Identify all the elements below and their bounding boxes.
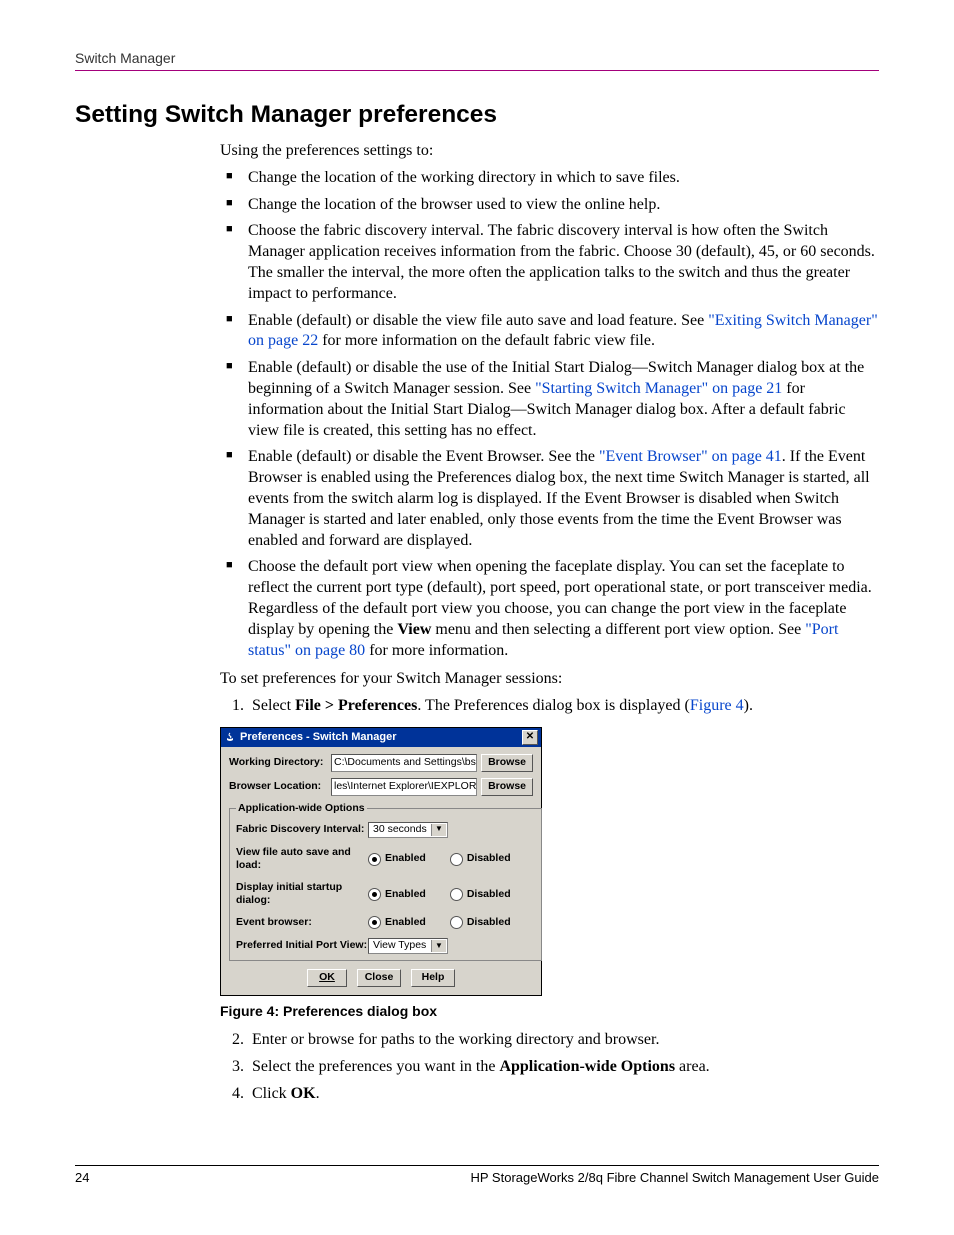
procedure-list-cont: Enter or browse for paths to the working… [220,1030,879,1104]
preferred-port-view-label: Preferred Initial Port View: [236,939,368,953]
procedure-list: Select File > Preferences. The Preferenc… [220,696,879,717]
java-icon [224,731,236,743]
app-wide-options-bold: Application-wide Options [499,1058,675,1075]
text: . [316,1085,320,1102]
page-footer: 24 HP StorageWorks 2/8q Fibre Channel Sw… [75,1165,879,1185]
running-header: Switch Manager [75,50,879,66]
list-item: Enable (default) or disable the Event Br… [220,447,879,551]
eb-enabled-radio[interactable]: Enabled [368,916,426,930]
browser-location-input[interactable]: les\Internet Explorer\IEXPLORE.EXE [331,778,477,796]
text: Select [252,697,295,714]
section-title: Setting Switch Manager preferences [75,101,879,129]
browse-wd-button[interactable]: Browse [481,754,533,772]
close-button[interactable]: ✕ [522,730,538,745]
radio-icon [368,853,381,866]
text: Click [252,1085,291,1102]
page-number: 24 [75,1170,89,1185]
list-item: Enable (default) or disable the use of t… [220,358,879,441]
dialog-title: Preferences - Switch Manager [240,730,397,744]
working-directory-input[interactable]: C:\Documents and Settings\bsmith [331,754,477,772]
radio-text: Enabled [385,852,426,866]
radio-text: Disabled [467,888,511,902]
header-rule [75,70,879,71]
list-item: Change the location of the working direc… [220,168,879,189]
bullet-list: Change the location of the working direc… [220,168,879,662]
fabric-discovery-label: Fabric Discovery Interval: [236,823,368,837]
radio-icon [450,853,463,866]
close-button-dlg[interactable]: Close [357,969,401,987]
procedure-intro: To set preferences for your Switch Manag… [220,669,879,690]
text: menu and then selecting a different port… [431,621,805,638]
radio-text: Enabled [385,916,426,930]
ok-bold: OK [291,1085,316,1102]
disd-disabled-radio[interactable]: Disabled [450,888,511,902]
link-event-browser[interactable]: "Event Browser" on page 41 [599,448,782,465]
dialog-titlebar: Preferences - Switch Manager ✕ [221,728,541,747]
view-file-autosave-label: View file auto save and load: [236,846,368,873]
ok-button[interactable]: OK [307,969,347,987]
text: for more information. [365,642,508,659]
list-item: Enter or browse for paths to the working… [248,1030,879,1051]
vfas-disabled-radio[interactable]: Disabled [450,852,511,866]
dropdown-value: View Types [373,939,426,953]
working-directory-label: Working Directory: [229,756,327,770]
text: Enable (default) or disable the view fil… [248,312,708,329]
link-starting-switch-manager[interactable]: "Starting Switch Manager" on page 21 [535,380,782,397]
radio-icon [368,916,381,929]
list-item: Enable (default) or disable the view fil… [220,311,879,353]
list-item: Click OK. [248,1084,879,1105]
preferences-dialog: Preferences - Switch Manager ✕ Working D… [220,727,542,996]
list-item: Select the preferences you want in the A… [248,1057,879,1078]
fabric-discovery-dropdown[interactable]: 30 seconds ▼ [368,822,448,838]
eb-disabled-radio[interactable]: Disabled [450,916,511,930]
disd-enabled-radio[interactable]: Enabled [368,888,426,902]
list-item: Choose the fabric discovery interval. Th… [220,221,879,304]
file-preferences-bold: File > Preferences [295,697,417,714]
help-button[interactable]: Help [411,969,455,987]
text: ). [744,697,753,714]
text: Enable (default) or disable the Event Br… [248,448,599,465]
radio-icon [368,888,381,901]
chevron-down-icon: ▼ [431,940,446,952]
preferred-port-view-dropdown[interactable]: View Types ▼ [368,938,448,954]
application-options-fieldset: Application-wide Options Fabric Discover… [229,802,542,961]
fieldset-legend: Application-wide Options [236,802,367,816]
list-item: Change the location of the browser used … [220,195,879,216]
radio-icon [450,916,463,929]
chevron-down-icon: ▼ [431,824,446,836]
list-item: Choose the default port view when openin… [220,557,879,661]
list-item: Select File > Preferences. The Preferenc… [248,696,879,717]
vfas-enabled-radio[interactable]: Enabled [368,852,426,866]
figure-caption: Figure 4: Preferences dialog box [220,1002,879,1020]
view-menu-bold: View [397,621,431,638]
text: area. [675,1058,710,1075]
radio-text: Disabled [467,916,511,930]
browse-bl-button[interactable]: Browse [481,778,533,796]
event-browser-label: Event browser: [236,916,368,930]
intro-text: Using the preferences settings to: [220,141,879,162]
doc-title: HP StorageWorks 2/8q Fibre Channel Switc… [471,1170,880,1185]
link-figure-4[interactable]: Figure 4 [690,697,744,714]
radio-icon [450,888,463,901]
text: Select the preferences you want in the [252,1058,499,1075]
text: . The Preferences dialog box is displaye… [417,697,690,714]
radio-text: Enabled [385,888,426,902]
startup-dialog-label: Display initial startup dialog: [236,881,368,908]
browser-location-label: Browser Location: [229,780,327,794]
radio-text: Disabled [467,852,511,866]
dropdown-value: 30 seconds [373,823,427,837]
text: for more information on the default fabr… [318,332,655,349]
